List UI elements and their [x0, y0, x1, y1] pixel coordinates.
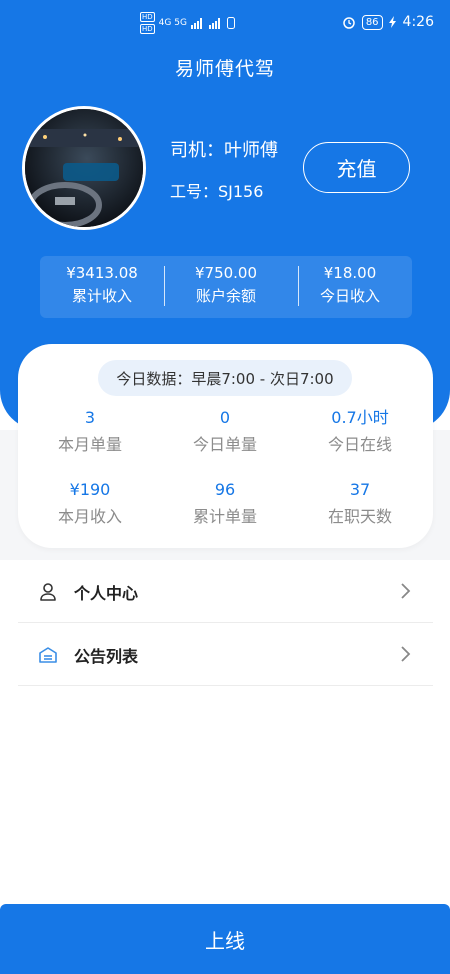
summary-label: 今日收入 [319, 287, 380, 305]
metric-value: 3 [84, 408, 96, 427]
metric-month-income: ¥190 本月收入 [20, 478, 160, 532]
go-online-button[interactable]: 上线 [0, 904, 450, 974]
metric-value: 96 [214, 480, 236, 499]
driver-id: 工号：SJ156 [170, 182, 264, 201]
metric-label: 今日在线 [327, 435, 392, 454]
page-title: 易师傅代驾 [174, 58, 275, 80]
metric-value: 37 [349, 480, 371, 499]
today-data-card: 今日数据：早晨7:00 - 次日7:00 3 本月单量 0 今日单量 0.7小时… [18, 344, 433, 548]
summary-balance: ¥750.00 账户余额 [164, 262, 288, 308]
network-label: 4G 5G [158, 18, 187, 28]
signal-icon [190, 18, 220, 29]
summary-label: 账户余额 [195, 287, 256, 305]
alarm-icon [343, 17, 355, 29]
metric-month-orders: 3 本月单量 [20, 406, 160, 460]
sim-icon [226, 17, 235, 29]
metric-label: 本月单量 [57, 435, 122, 454]
metric-today-orders: 0 今日单量 [155, 406, 295, 460]
signal-indicators: HD HD 4G 5G [140, 12, 235, 34]
metric-value: 0 [219, 408, 231, 427]
metric-label: 在职天数 [327, 507, 392, 526]
summary-value: ¥3413.08 [66, 264, 138, 282]
metric-days-employed: 37 在职天数 [290, 478, 430, 532]
metric-label: 累计单量 [192, 507, 257, 526]
metric-label: 本月收入 [57, 507, 122, 526]
driver-name: 司机：叶师傅 [170, 140, 278, 161]
chevron-right-icon [401, 646, 411, 662]
menu-item-label: 公告列表 [74, 646, 139, 666]
menu-item-profile[interactable]: 个人中心 [18, 561, 433, 623]
avatar[interactable] [22, 106, 146, 230]
hd-badge: HD [140, 12, 155, 22]
metric-today-online: 0.7小时 今日在线 [290, 406, 430, 460]
summary-value: ¥18.00 [323, 264, 377, 282]
menu-item-notices[interactable]: 公告列表 [18, 624, 433, 686]
recharge-button[interactable]: 充值 [303, 142, 410, 193]
clock: 4:26 [402, 14, 434, 30]
status-bar: HD HD 4G 5G 86 4:26 [0, 0, 450, 46]
summary-today-income: ¥18.00 今日收入 [288, 262, 412, 308]
battery-indicator: 86 [361, 14, 383, 30]
menu-item-label: 个人中心 [74, 583, 139, 603]
today-data-period: 今日数据：早晨7:00 - 次日7:00 [98, 360, 352, 396]
metric-value: ¥190 [69, 480, 111, 499]
metric-total-orders: 96 累计单量 [155, 478, 295, 532]
metric-value: 0.7小时 [331, 408, 389, 427]
chevron-right-icon [401, 583, 411, 599]
notice-icon [39, 647, 57, 663]
person-icon [40, 583, 56, 601]
charging-icon [388, 16, 396, 28]
metric-label: 今日单量 [192, 435, 257, 454]
summary-label: 累计收入 [71, 287, 132, 305]
summary-value: ¥750.00 [194, 264, 258, 282]
earnings-summary: ¥3413.08 累计收入 ¥750.00 账户余额 ¥18.00 今日收入 [40, 256, 412, 318]
hd-badge: HD [140, 24, 155, 34]
summary-total-income: ¥3413.08 累计收入 [40, 262, 164, 308]
